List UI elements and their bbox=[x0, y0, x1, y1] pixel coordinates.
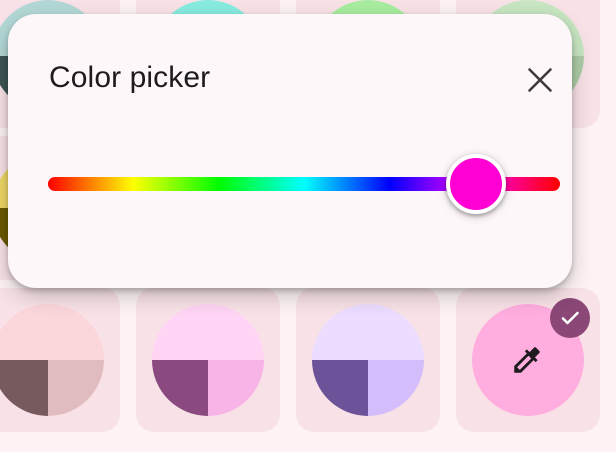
swatch-bottom-right bbox=[368, 360, 424, 416]
color-swatch-lavender bbox=[312, 304, 424, 416]
color-swatch-rose-gray bbox=[0, 304, 104, 416]
close-icon bbox=[528, 68, 552, 92]
color-picker-dialog: Color picker bbox=[8, 14, 572, 288]
swatch-bottom-left bbox=[312, 360, 368, 416]
swatch-bottom-right bbox=[48, 360, 104, 416]
swatch-tile-orchid[interactable] bbox=[136, 288, 280, 432]
swatch-bottom-left bbox=[0, 360, 48, 416]
swatch-tile-lavender[interactable] bbox=[296, 288, 440, 432]
swatch-bottom-left bbox=[152, 360, 208, 416]
close-button[interactable] bbox=[516, 56, 564, 104]
selected-check-badge bbox=[550, 298, 590, 338]
check-icon bbox=[561, 311, 579, 325]
swatch-top bbox=[152, 304, 264, 360]
swatch-top bbox=[0, 304, 104, 360]
eyedropper-icon bbox=[514, 347, 540, 373]
color-swatch-orchid bbox=[152, 304, 264, 416]
hue-slider[interactable] bbox=[48, 154, 560, 214]
dialog-title: Color picker bbox=[49, 61, 211, 94]
swatch-bottom-right bbox=[208, 360, 264, 416]
swatch-tile-rose-gray[interactable] bbox=[0, 288, 120, 432]
hue-slider-thumb[interactable] bbox=[446, 154, 507, 214]
swatch-top bbox=[312, 304, 424, 360]
